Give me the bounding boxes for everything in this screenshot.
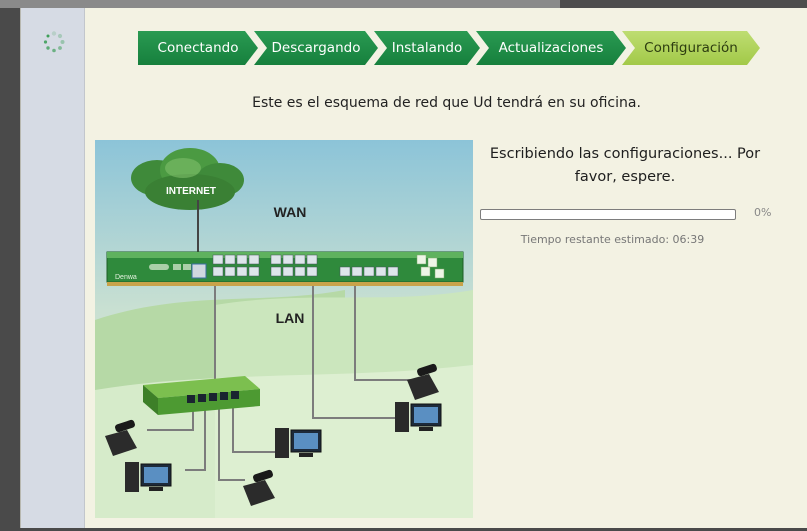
router-icon	[106, 251, 464, 286]
wan-label: WAN	[274, 204, 307, 220]
installer-window: Conectando Descargando Instalando Actual…	[20, 8, 807, 528]
progress-percentage: 0%	[754, 206, 772, 219]
main-panel: Conectando Descargando Instalando Actual…	[85, 8, 807, 528]
lan-label: LAN	[276, 310, 305, 326]
network-diagram: INTERNET WAN Denwa LAN	[95, 140, 473, 518]
progress-steps: Conectando Descargando Instalando Actual…	[138, 31, 778, 65]
top-bar	[0, 0, 807, 8]
step-configuracion: Configuración	[622, 31, 760, 65]
sidebar	[21, 8, 85, 528]
estimated-time-value: 06:39	[672, 233, 705, 246]
step-actualizaciones: Actualizaciones	[476, 31, 626, 65]
progress-bar	[480, 209, 736, 220]
brand-label: Denwa	[115, 274, 137, 281]
step-instalando: Instalando	[374, 31, 480, 65]
estimated-time-label: Tiempo restante estimado:	[520, 233, 670, 246]
internet-label: INTERNET	[166, 186, 216, 197]
step-descargando: Descargando	[254, 31, 378, 65]
estimated-time: Tiempo restante estimado: 06:39	[480, 233, 745, 246]
status-message: Escribiendo las configuraciones... Por f…	[489, 146, 761, 186]
page-subtitle: Este es el esquema de red que Ud tendrá …	[252, 95, 641, 111]
loading-spinner-icon	[43, 31, 65, 53]
step-conectando: Conectando	[138, 31, 258, 65]
